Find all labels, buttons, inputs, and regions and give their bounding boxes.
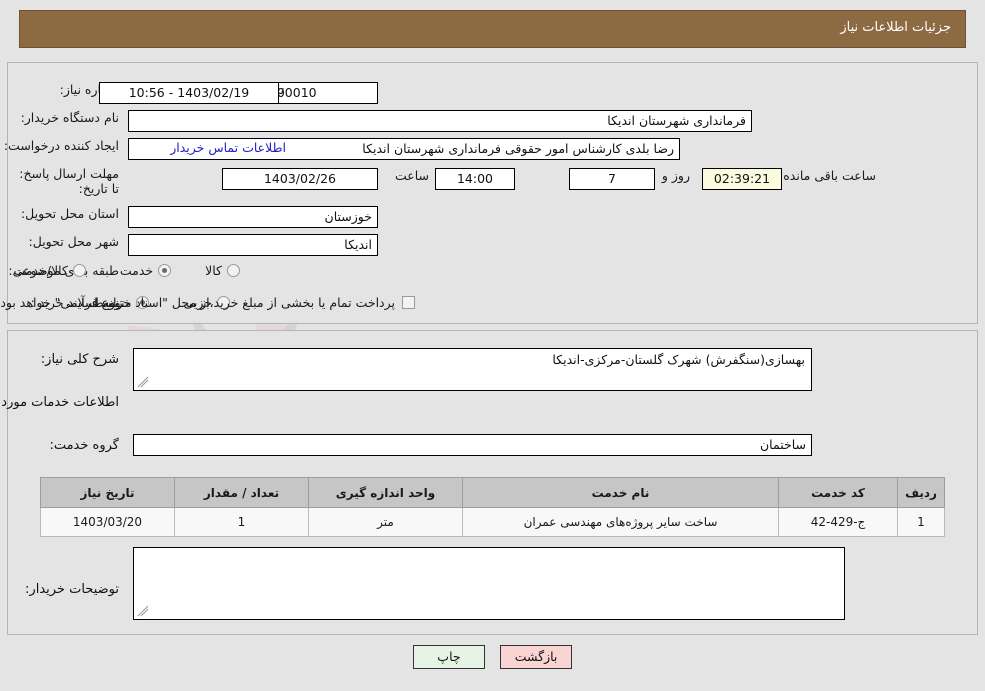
remaining-days-label-wrap: روز و	[662, 168, 690, 183]
city-label-wrap: شهر محل تحویل:	[29, 234, 119, 249]
treasury-checkbox[interactable]	[402, 296, 415, 309]
treasury-checkbox-label: پرداخت تمام یا بخشی از مبلغ خرید،از محل …	[0, 295, 395, 310]
creator-label-wrap: ایجاد کننده درخواست:	[4, 138, 119, 153]
radio-icon[interactable]	[158, 264, 172, 277]
remaining-days-label: روز و	[661, 168, 690, 183]
radio-icon[interactable]	[72, 264, 86, 277]
window-title-bar: جزئیات اطلاعات نیاز	[19, 10, 966, 48]
col-name: نام خدمت	[462, 477, 779, 508]
col-need-date: تاریخ نیاز	[40, 477, 175, 508]
buyer-notes-textarea[interactable]	[133, 547, 845, 620]
resize-grip-icon[interactable]	[137, 605, 149, 617]
cell-need-date: 1403/03/20	[40, 507, 175, 537]
general-desc-value: بهسازی(سنگفرش) شهرک گلستان-مرکزی-اندیکا	[552, 352, 805, 367]
deadline-label-wrap: مهلت ارسال پاسخ: تا تاریخ:	[19, 166, 119, 196]
cell-unit: متر	[308, 507, 463, 537]
print-button[interactable]: چاپ	[412, 645, 485, 669]
deadline-hour-label-wrap: ساعت	[395, 168, 429, 183]
province-label-wrap: استان محل تحویل:	[21, 206, 119, 221]
general-desc-textarea[interactable]: بهسازی(سنگفرش) شهرک گلستان-مرکزی-اندیکا	[133, 348, 812, 391]
col-index: ردیف	[897, 477, 945, 508]
buyer-contact-link[interactable]: اطلاعات تماس خریدار	[170, 140, 286, 155]
treasury-checkbox-group: پرداخت تمام یا بخشی از مبلغ خرید،از محل …	[0, 295, 415, 310]
radio-icon[interactable]	[227, 264, 240, 277]
category-radio-group: کالا خدمت کالا/خدمت	[0, 263, 240, 278]
announce-datetime-field[interactable]: 10:56 - 1403/02/19	[99, 82, 279, 104]
col-unit: واحد اندازه گیری	[308, 477, 463, 508]
services-section-title: اطلاعات خدمات مورد نیاز	[0, 395, 119, 410]
deadline-date-field[interactable]: 1403/02/26	[222, 168, 378, 190]
page-title: جزئیات اطلاعات نیاز	[840, 20, 951, 35]
buyer-org-label-wrap: نام دستگاه خریدار:	[21, 110, 119, 125]
province-label: استان محل تحویل:	[20, 206, 119, 221]
cell-index: 1	[897, 507, 945, 537]
remaining-time-field[interactable]: 02:39:21	[702, 168, 782, 190]
resize-grip-icon[interactable]	[137, 376, 149, 388]
category-option-khedmat[interactable]: خدمت	[119, 263, 172, 278]
cell-quantity: 1	[174, 507, 309, 537]
province-field[interactable]: خوزستان	[128, 206, 378, 228]
service-group-field[interactable]: ساختمان	[133, 434, 812, 456]
deadline-hour-label: ساعت	[394, 168, 429, 183]
buyer-org-field[interactable]: فرمانداری شهرستان اندیکا	[128, 110, 752, 132]
category-option-kala[interactable]: کالا	[205, 263, 240, 278]
table-header-row: ردیف کد خدمت نام خدمت واحد اندازه گیری ت…	[40, 477, 945, 508]
remaining-time-label-wrap: ساعت باقی مانده	[783, 168, 876, 183]
service-group-label: گروه خدمت:	[49, 438, 119, 453]
col-code: کد خدمت	[778, 477, 898, 508]
page-root: naTender.net جزئیات اطلاعات نیاز شماره ن…	[0, 0, 985, 691]
cell-code: ج-429-42	[778, 507, 898, 537]
deadline-label: مهلت ارسال پاسخ: تا تاریخ:	[19, 166, 119, 196]
cell-name: ساخت سایر پروژه‌های مهندسی عمران	[462, 507, 779, 537]
general-desc-label: شرح کلی نیاز:	[40, 352, 119, 367]
col-quantity: تعداد / مقدار	[174, 477, 309, 508]
table-row[interactable]: 1 ج-429-42 ساخت سایر پروژه‌های مهندسی عم…	[40, 507, 945, 537]
deadline-hour-field[interactable]: 14:00	[435, 168, 515, 190]
category-option-label: کالا/خدمت	[13, 263, 68, 278]
services-table: ردیف کد خدمت نام خدمت واحد اندازه گیری ت…	[40, 477, 945, 537]
category-option-kala-khedmat[interactable]: کالا/خدمت	[13, 263, 86, 278]
action-button-bar: چاپ بازگشت	[0, 645, 985, 669]
buyer-notes-label: توضیحات خریدار:	[25, 582, 119, 597]
remaining-days-field[interactable]: 7	[569, 168, 655, 190]
category-option-label: کالا	[205, 263, 222, 278]
back-button[interactable]: بازگشت	[500, 645, 573, 669]
contact-link-wrap: اطلاعات تماس خریدار	[170, 140, 286, 155]
city-label: شهر محل تحویل:	[28, 234, 119, 249]
buyer-org-label: نام دستگاه خریدار:	[20, 110, 119, 125]
category-option-label: خدمت	[119, 263, 154, 278]
remaining-time-label: ساعت باقی مانده	[783, 168, 876, 183]
creator-label: ایجاد کننده درخواست:	[3, 138, 119, 153]
city-field[interactable]: اندیکا	[128, 234, 378, 256]
